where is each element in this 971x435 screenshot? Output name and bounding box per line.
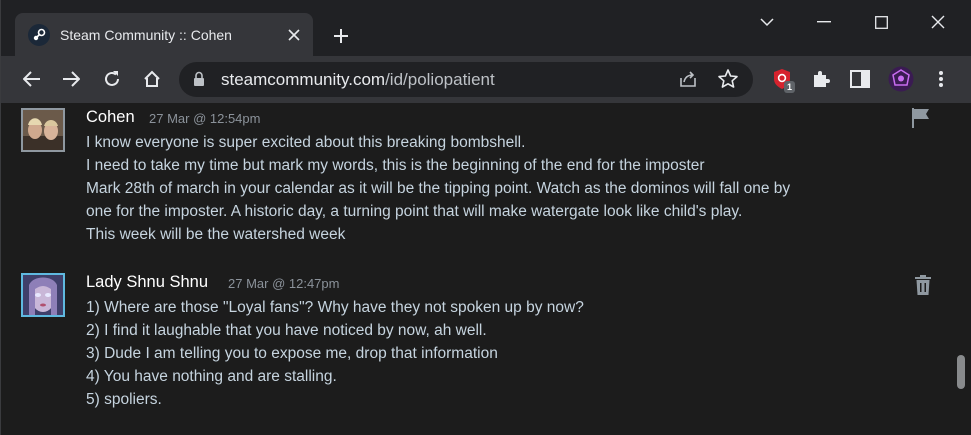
extension-badge-count: 1 xyxy=(784,81,795,93)
comment-line: 4) You have nothing and are stalling. xyxy=(86,368,337,385)
scrollbar[interactable] xyxy=(952,103,971,435)
tab-title: Steam Community :: Cohen xyxy=(60,26,232,43)
comment-line: 5) spoliers. xyxy=(86,391,162,408)
browser-window: Steam Community :: Cohen steamcommunity.… xyxy=(0,0,971,435)
tab-steam-community[interactable]: Steam Community :: Cohen xyxy=(15,13,313,56)
tab-strip: Steam Community :: Cohen xyxy=(1,0,971,56)
close-window-icon[interactable] xyxy=(920,8,956,36)
forward-arrow-icon[interactable] xyxy=(56,64,86,94)
more-menu-icon[interactable] xyxy=(926,64,956,94)
comment-line: This week will be the watershed week xyxy=(86,226,346,243)
new-tab-icon[interactable] xyxy=(327,22,355,50)
maximize-icon[interactable] xyxy=(863,8,899,36)
comment-line: I need to take my time but mark my words… xyxy=(86,157,705,174)
ublock-extension-icon[interactable]: 1 xyxy=(767,64,797,94)
share-icon[interactable] xyxy=(677,68,699,95)
extensions-puzzle-icon[interactable] xyxy=(806,64,836,94)
comment-body: 1) Where are those "Loyal fans"? Why hav… xyxy=(86,296,584,411)
close-tab-icon[interactable] xyxy=(283,24,305,46)
trash-icon[interactable] xyxy=(911,273,935,297)
comment-line: Mark 28th of march in your calendar as i… xyxy=(86,180,791,197)
comment-line: I know everyone is super excited about t… xyxy=(86,134,526,151)
avatar[interactable] xyxy=(21,273,65,317)
steam-favicon-icon xyxy=(28,23,50,46)
comment-author[interactable]: Cohen xyxy=(86,108,135,127)
comment-line: 2) I find it laughable that you have not… xyxy=(86,322,487,339)
minimize-icon[interactable] xyxy=(806,8,842,36)
comment-line: one for the imposter. A historic day, a … xyxy=(86,203,743,220)
flag-icon[interactable] xyxy=(909,106,933,130)
profile-avatar-icon[interactable] xyxy=(886,64,916,94)
comment-line: 3) Dude I am telling you to expose me, d… xyxy=(86,345,498,362)
reload-icon[interactable] xyxy=(97,64,127,94)
scrollbar-thumb[interactable] xyxy=(957,355,965,389)
comment-body: I know everyone is super excited about t… xyxy=(86,131,790,246)
address-bar[interactable]: steamcommunity.com/id/poliopatient xyxy=(179,62,753,97)
url-host: steamcommunity.com xyxy=(221,70,386,89)
home-icon[interactable] xyxy=(137,64,167,94)
url-text[interactable]: steamcommunity.com/id/poliopatient xyxy=(221,70,495,90)
lock-icon[interactable] xyxy=(193,71,205,92)
comment-timestamp: 27 Mar @ 12:54pm xyxy=(149,111,261,126)
bookmark-star-icon[interactable] xyxy=(717,68,739,95)
comment-timestamp: 27 Mar @ 12:47pm xyxy=(228,276,340,291)
profile-comments-area: Cohen 27 Mar @ 12:54pm I know everyone i… xyxy=(1,103,952,435)
browser-toolbar: steamcommunity.com/id/poliopatient 1 xyxy=(1,56,971,103)
comment-author[interactable]: Lady Shnu Shnu xyxy=(86,273,208,292)
avatar[interactable] xyxy=(21,108,65,152)
url-path: /id/poliopatient xyxy=(385,70,495,89)
comment-line: 1) Where are those "Loyal fans"? Why hav… xyxy=(86,299,584,316)
back-arrow-icon[interactable] xyxy=(17,64,47,94)
side-panel-icon[interactable] xyxy=(845,64,875,94)
tab-search-chevron-down-icon[interactable] xyxy=(749,8,785,36)
